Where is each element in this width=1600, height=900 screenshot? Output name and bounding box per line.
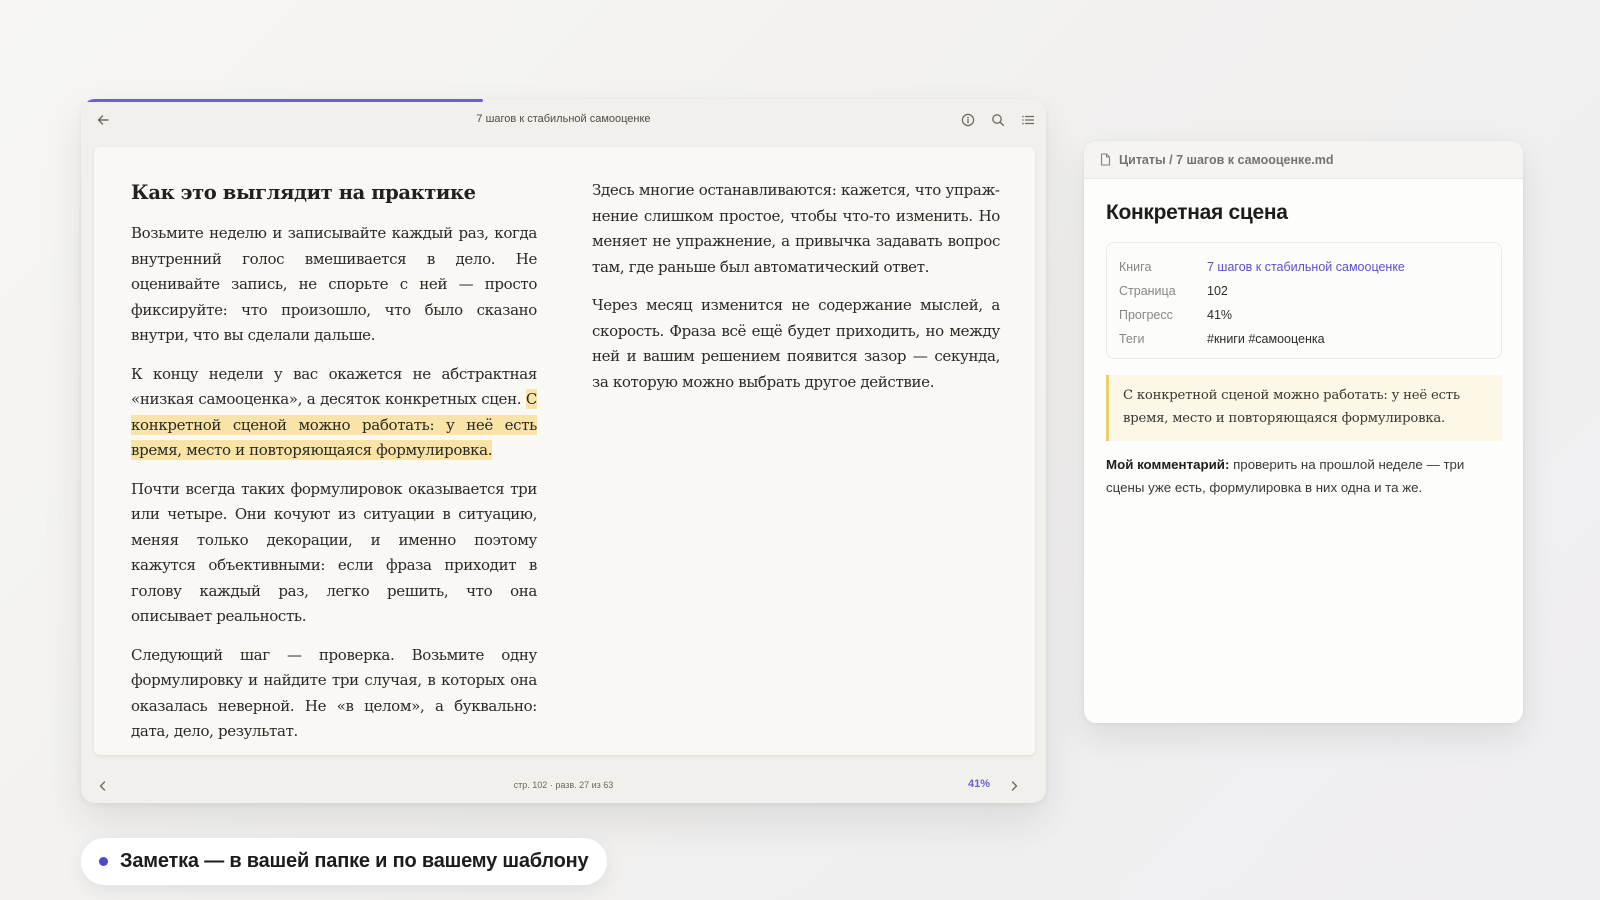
property-tags: #книги #самооценка	[1207, 332, 1325, 346]
file-icon	[1100, 153, 1111, 166]
reader-footer: стр. 102 · разв. 27 из 63 41%	[81, 768, 1046, 803]
search-icon	[992, 114, 1005, 127]
page-column-right: Здесь многие останавливаются: кажется, ч…	[592, 178, 1000, 408]
search-button[interactable]	[986, 108, 1010, 132]
paragraph-text: К концу недели у вас окажется не абстрак…	[131, 364, 537, 409]
caption-text: Заметка — в вашей папке и по вашему шабл…	[120, 850, 589, 872]
book-title: 7 шагов к стабильной самооценке	[476, 113, 651, 125]
note-panel: Цитаты / 7 шагов к самооценке.md Конкрет…	[1084, 141, 1523, 723]
note-quote: С конкретной сценой можно работать: у не…	[1106, 375, 1502, 441]
note-path[interactable]: Цитаты / 7 шагов к самооценке.md	[1119, 153, 1334, 167]
info-icon	[961, 113, 975, 127]
bullet-dot-icon	[99, 857, 108, 866]
next-page-button[interactable]	[1002, 774, 1026, 798]
toc-button[interactable]	[1016, 108, 1040, 132]
property-row: Страница 102	[1119, 279, 1489, 303]
paragraph: К концу недели у вас окажется не абстрак…	[131, 362, 537, 464]
property-row: Прогресс 41%	[1119, 303, 1489, 327]
property-key: Страница	[1119, 284, 1176, 298]
reader-toolbar: 7 шагов к стабильной самооценке	[81, 102, 1046, 139]
note-header: Цитаты / 7 шагов к самооценке.md	[1084, 141, 1523, 179]
paragraph: Возьмите неделю и записывайте каждый раз…	[131, 224, 537, 344]
paragraph: Почти всегда таких формулировок оказывае…	[131, 479, 537, 626]
property-key: Прогресс	[1119, 308, 1173, 322]
paragraph: Через месяц изменится не содержание мысл…	[592, 296, 1000, 391]
book-page: Как это выглядит на практике Возьмите не…	[94, 147, 1035, 755]
property-key: Теги	[1119, 332, 1145, 346]
caption-pill: Заметка — в вашей папке и по вашему шабл…	[81, 838, 607, 885]
property-value: 102	[1207, 284, 1228, 298]
chevron-right-icon	[1011, 781, 1018, 791]
paragraph: Следующий шаг — проверка. Возьмите одну …	[131, 645, 537, 741]
note-comment: Мой комментарий: проверить на прошлой не…	[1106, 454, 1504, 499]
property-value: 41%	[1207, 308, 1233, 322]
note-title: Конкретная сцена	[1106, 201, 1288, 224]
section-heading: Как это выглядит на практике	[131, 181, 476, 204]
comment-label: Мой комментарий:	[1106, 457, 1230, 472]
property-book-link[interactable]: 7 шагов к стабильной самооценке	[1207, 260, 1405, 274]
paragraph: Здесь многие останавливаются: кажется, ч…	[592, 181, 1000, 276]
progress-percent: 41%	[967, 778, 990, 790]
note-properties: Книга 7 шагов к стабильной самооценке Ст…	[1106, 242, 1502, 359]
property-row: Книга 7 шагов к стабильной самооценке	[1119, 255, 1489, 279]
reader-window: 7 шагов к стабильной самооценке Как это …	[81, 99, 1046, 803]
property-row: Теги #книги #самооценка	[1119, 327, 1489, 351]
property-key: Книга	[1119, 260, 1152, 274]
page-column-left: Как это выглядит на практике Возьмите не…	[131, 180, 537, 758]
info-button[interactable]	[956, 108, 980, 132]
page-info: стр. 102 · разв. 27 из 63	[513, 780, 614, 790]
list-icon	[1022, 115, 1035, 125]
